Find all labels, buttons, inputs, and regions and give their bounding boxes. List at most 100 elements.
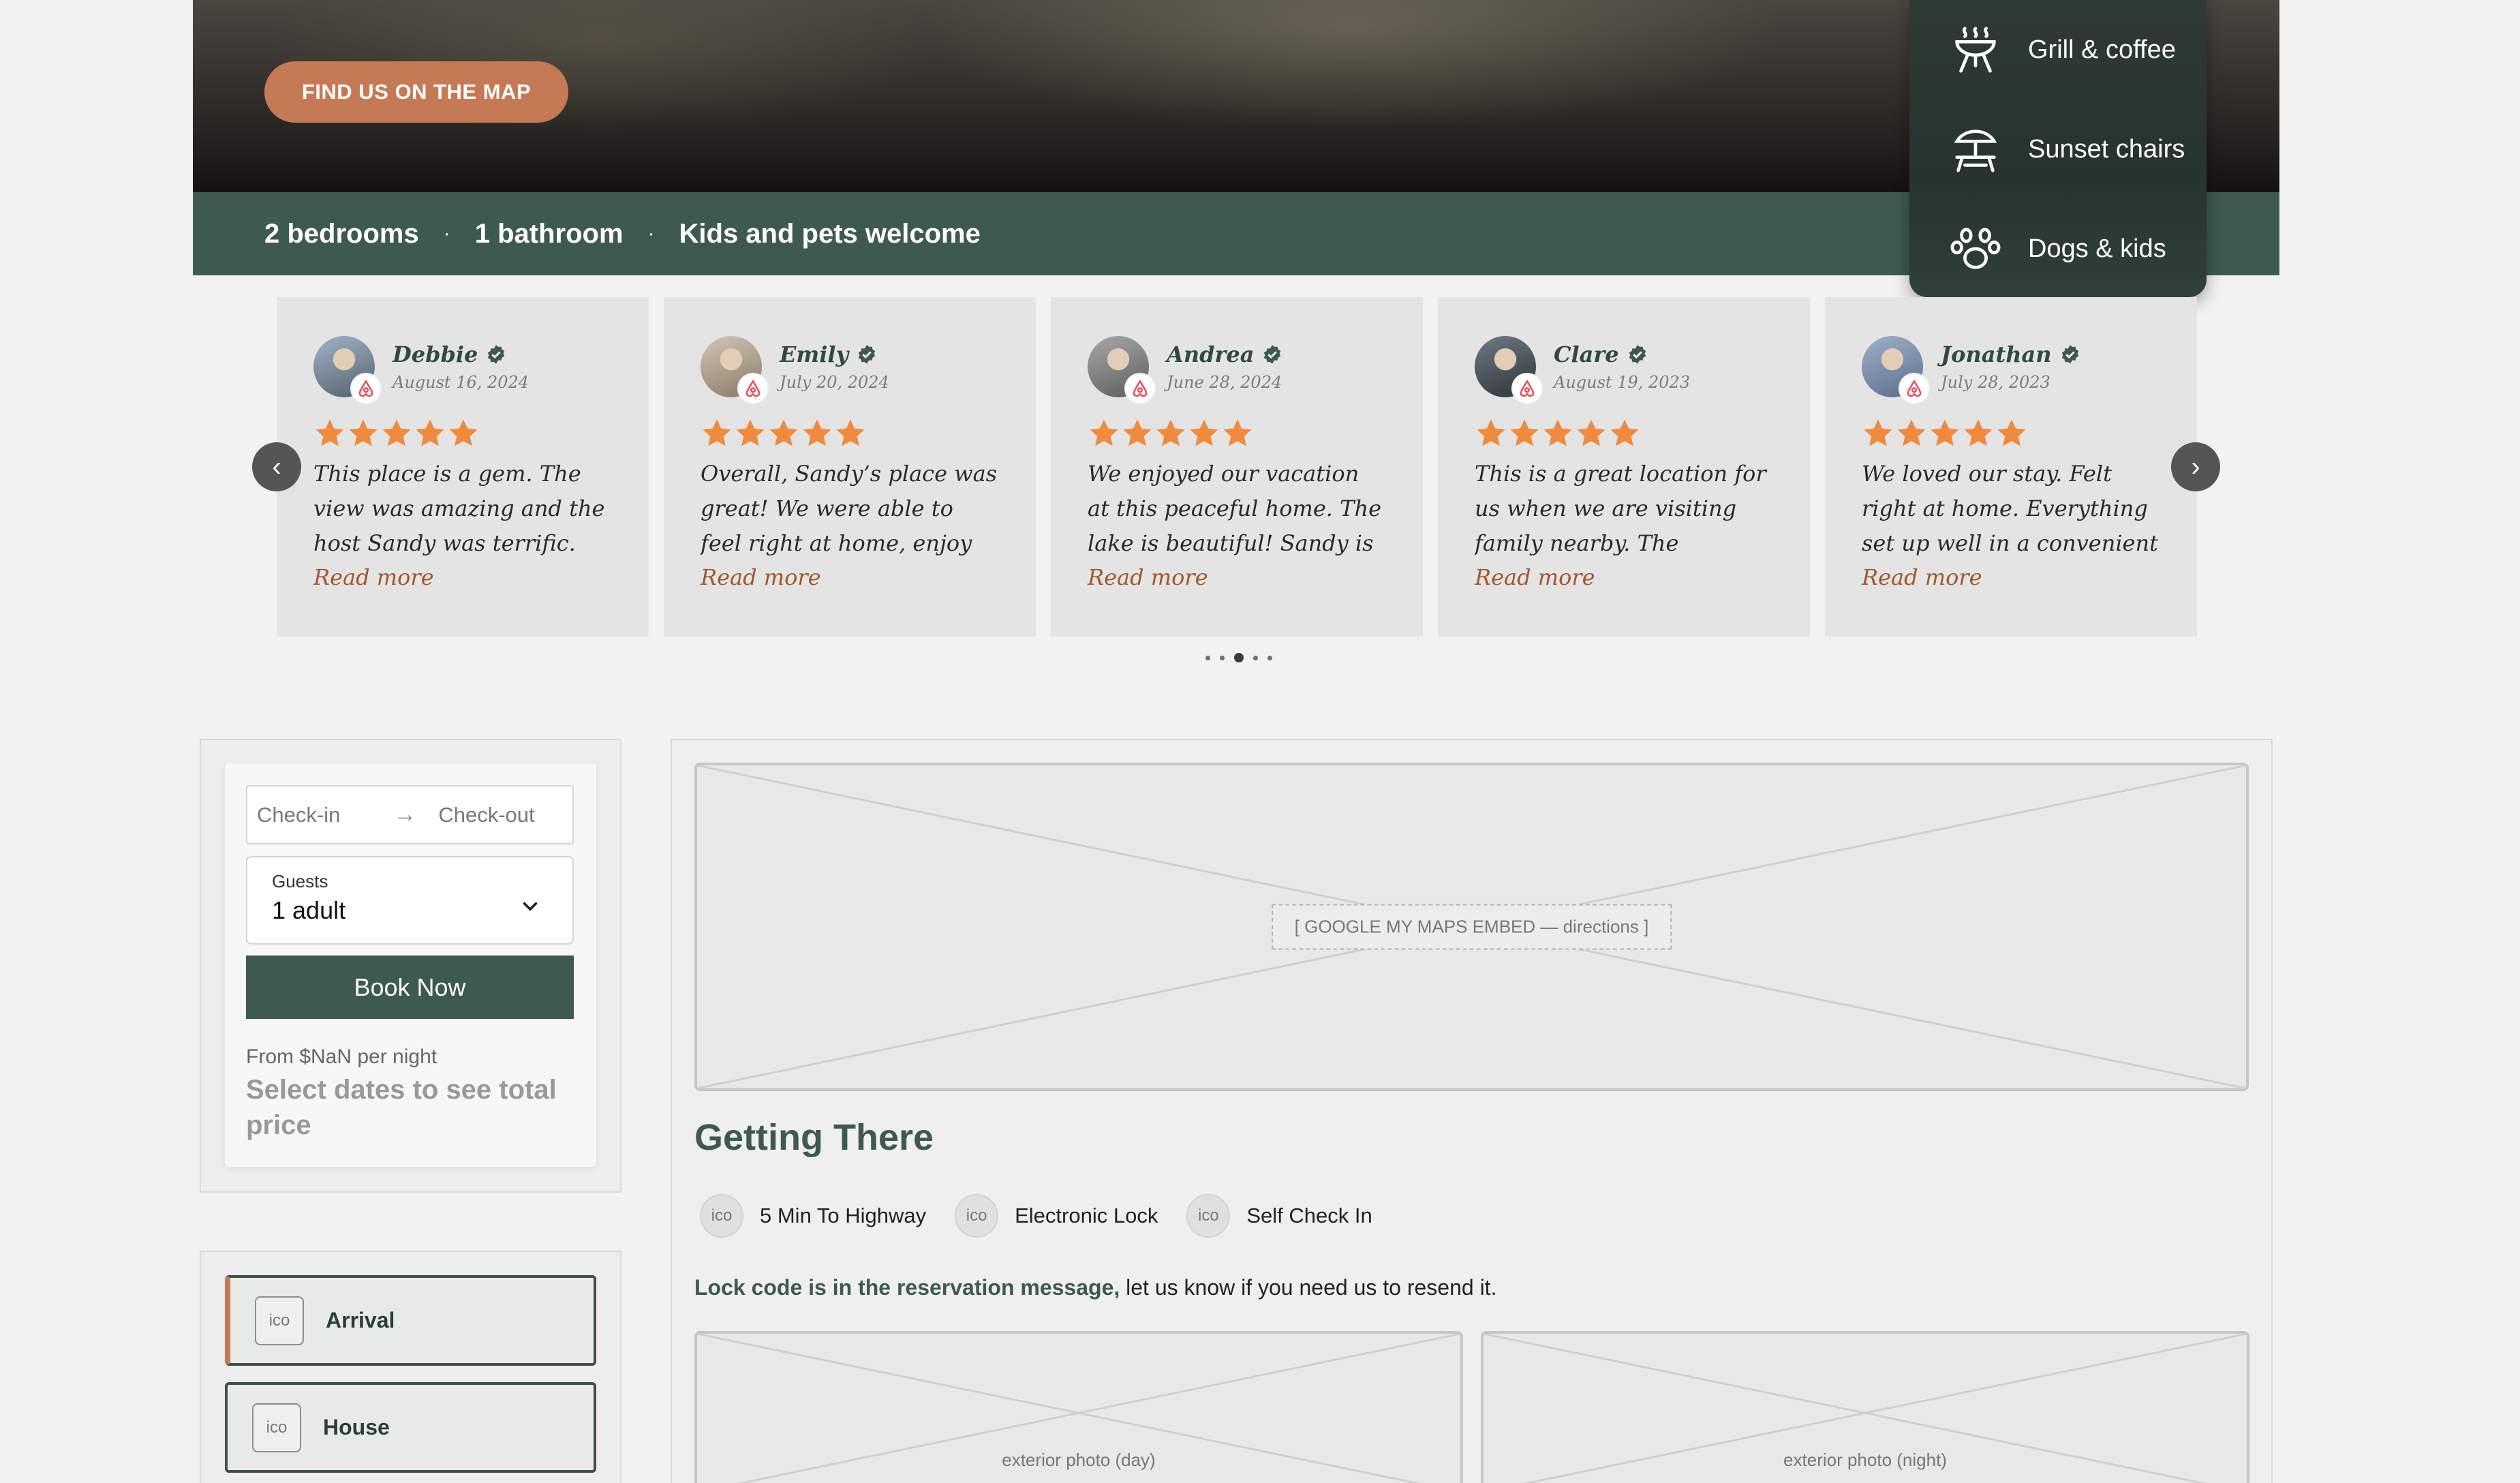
review-meta: Jonathan July 28, 2023	[1941, 341, 2080, 392]
checkout-field[interactable]: Check-out	[438, 803, 534, 827]
chevron-right-icon: ›	[2191, 451, 2200, 482]
amenity-label: Dogs & kids	[2028, 234, 2166, 263]
amenity-dogs-kids: Dogs & kids	[1909, 199, 2207, 299]
review-text: This place is a gem. The view was amazin…	[313, 461, 605, 556]
price-from-text: From $NaN per night	[246, 1045, 437, 1068]
sidebar-item-label: House	[323, 1415, 390, 1439]
read-more-link[interactable]: Read more	[1862, 561, 2160, 594]
star-icon	[1156, 419, 1185, 446]
verified-icon	[858, 345, 876, 364]
reviewer-name: Clare	[1554, 341, 1690, 367]
date-range-picker[interactable]: Check-in → Check-out	[246, 785, 574, 844]
star-icon	[836, 419, 865, 446]
review-date: August 19, 2023	[1554, 373, 1691, 392]
guests-label: Guests	[272, 871, 328, 891]
review-card: Emily July 20, 2024 Overall, Sandy’s place…	[664, 297, 1036, 637]
airbnb-icon	[1513, 374, 1541, 403]
review-meta: Clare August 19, 2023	[1554, 341, 1690, 392]
map-placeholder-label: [ GOOGLE MY MAPS EMBED — directions ]	[1271, 904, 1672, 950]
star-icon	[1897, 419, 1926, 446]
star-rating	[1088, 417, 1386, 453]
exterior-photo-day: exterior photo (day)	[694, 1331, 1463, 1483]
star-icon	[736, 419, 765, 446]
star-icon	[1090, 419, 1118, 446]
star-icon	[1577, 419, 1605, 446]
review-meta: Andrea June 28, 2024	[1167, 341, 1282, 392]
star-rating	[1862, 417, 2160, 453]
review-card: Debbie August 16, 2024 This place is a gem…	[277, 297, 649, 637]
verified-icon	[488, 345, 505, 364]
review-header: Jonathan July 28, 2023	[1862, 334, 2160, 403]
kids-pets-stat: Kids and pets welcome	[679, 218, 981, 249]
verified-icon	[2061, 345, 2078, 364]
star-icon	[1510, 419, 1539, 446]
star-icon	[803, 419, 831, 446]
verified-icon	[1264, 345, 1281, 364]
amenity-grill-coffee: Grill & coffee	[1909, 0, 2207, 100]
checkin-field[interactable]: Check-in	[257, 803, 340, 827]
carousel-next-button[interactable]: ›	[2171, 442, 2220, 491]
review-text: We loved our stay. Felt right at home. E…	[1862, 461, 2158, 556]
carousel-dot[interactable]	[1253, 655, 1258, 660]
review-header: Emily July 20, 2024	[701, 334, 999, 403]
star-icon	[416, 419, 444, 446]
read-more-link[interactable]: Read more	[1088, 561, 1386, 594]
star-icon	[1864, 419, 1892, 446]
review-header: Andrea June 28, 2024	[1088, 334, 1386, 403]
book-now-button[interactable]: Book Now	[246, 955, 574, 1019]
review-card: Jonathan July 28, 2023 We loved our stay. …	[1825, 297, 2197, 637]
reviewer-name: Debbie	[393, 341, 529, 367]
chip-label: Electronic Lock	[1015, 1204, 1158, 1227]
review-date: August 16, 2024	[393, 373, 529, 392]
photo-label: exterior photo (day)	[998, 1450, 1160, 1471]
key-icon: ico	[1186, 1194, 1231, 1238]
star-rating	[313, 417, 612, 453]
lock-code-rest: let us know if you need us to resend it.	[1120, 1275, 1497, 1300]
star-icon	[382, 419, 411, 446]
highway-icon: ico	[700, 1194, 743, 1238]
avatar	[1088, 336, 1154, 403]
carousel-dot[interactable]	[1205, 655, 1210, 660]
chip-label: Self Check In	[1246, 1204, 1372, 1227]
star-icon	[769, 419, 798, 446]
amenity-label: Grill & coffee	[2028, 35, 2176, 64]
avatar	[313, 336, 380, 403]
chevron-down-icon	[523, 902, 538, 911]
sidebar-item-house[interactable]: ico House	[225, 1382, 596, 1473]
airbnb-icon	[352, 374, 380, 403]
star-icon	[1997, 419, 2026, 446]
find-us-on-map-button[interactable]: FIND US ON THE MAP	[264, 61, 568, 123]
review-meta: Debbie August 16, 2024	[393, 341, 529, 392]
star-rating	[1475, 417, 1773, 453]
verified-icon	[1629, 345, 1646, 364]
read-more-link[interactable]: Read more	[701, 561, 999, 594]
beach-chair-icon	[1954, 129, 1997, 172]
price-note-text: Select dates to see total price	[246, 1075, 557, 1140]
star-icon	[1964, 419, 1993, 446]
sidebar-item-arrival[interactable]: ico Arrival	[225, 1275, 596, 1366]
lock-code-bold: Lock code is in the reservation message,	[694, 1275, 1120, 1300]
carousel-dot[interactable]	[1267, 655, 1272, 660]
star-icon	[1123, 419, 1152, 446]
avatar	[1862, 336, 1929, 403]
carousel-dots	[1201, 653, 1277, 662]
reviewer-name: Andrea	[1167, 341, 1282, 367]
amenity-sunset-chairs: Sunset chairs	[1909, 100, 2207, 199]
carousel-dot[interactable]	[1234, 653, 1244, 662]
star-icon	[1543, 419, 1572, 446]
star-icon	[1477, 419, 1505, 446]
read-more-link[interactable]: Read more	[313, 561, 612, 594]
review-text: We enjoyed our vacation at this peaceful…	[1088, 461, 1382, 556]
chip-self-check-in: ico Self Check In	[1186, 1194, 1372, 1238]
amenities-popover: Grill & coffee Sunset chairs Dogs & kids	[1909, 0, 2207, 297]
star-icon	[1190, 419, 1218, 446]
stat-separator: ·	[647, 222, 655, 245]
star-icon	[703, 419, 731, 446]
arrival-icon: ico	[255, 1296, 304, 1345]
carousel-dot[interactable]	[1220, 655, 1225, 660]
read-more-link[interactable]: Read more	[1475, 561, 1773, 594]
guests-select[interactable]: Guests 1 adult	[246, 856, 574, 945]
carousel-prev-button[interactable]: ‹	[252, 442, 301, 491]
map-embed-placeholder[interactable]: [ GOOGLE MY MAPS EMBED — directions ]	[694, 763, 2249, 1091]
airbnb-icon	[1126, 374, 1154, 403]
